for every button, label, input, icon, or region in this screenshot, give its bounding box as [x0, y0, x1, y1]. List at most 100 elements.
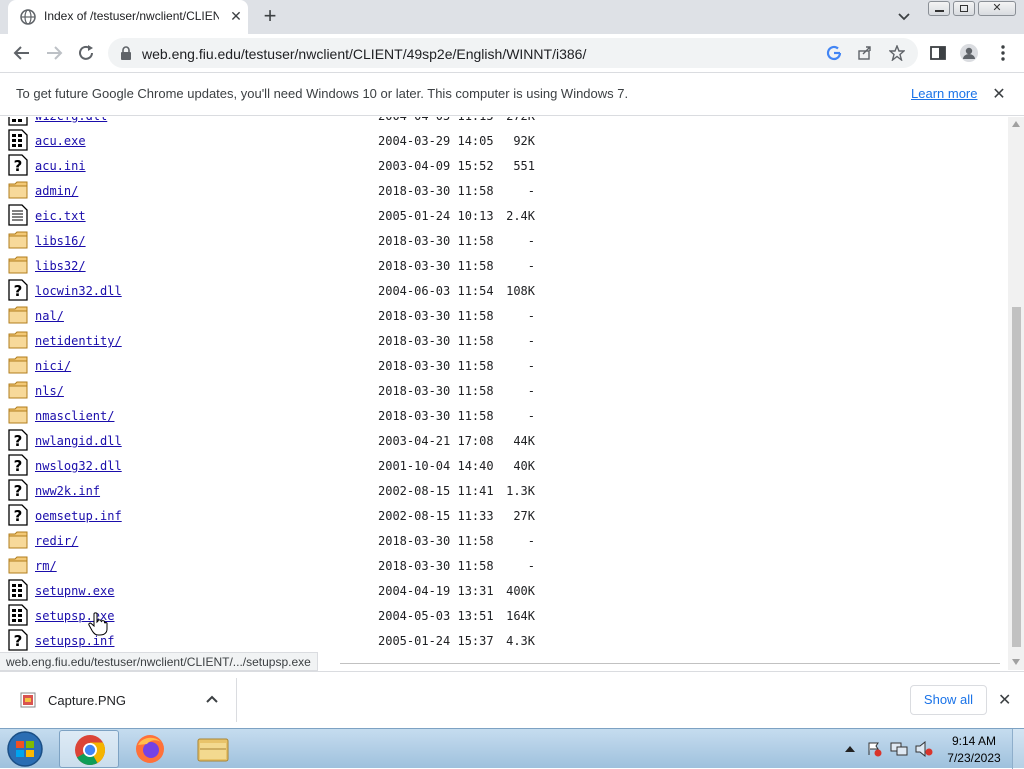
file-link[interactable]: setupsp.inf	[35, 634, 114, 648]
file-link[interactable]: nwlangid.dll	[35, 434, 122, 448]
file-date: 2018-03-30 11:58	[378, 559, 494, 573]
file-size: 92K	[513, 134, 535, 148]
listing-row: admin/2018-03-30 11:58 -	[0, 179, 1000, 204]
clock-date[interactable]: 7/23/2023	[944, 751, 1004, 765]
taskbar-explorer[interactable]	[183, 730, 243, 768]
vertical-scrollbar[interactable]	[1008, 117, 1024, 670]
file-link[interactable]: acu.ini	[35, 159, 86, 173]
file-link[interactable]: netidentity/	[35, 334, 122, 348]
volume-muted-icon[interactable]	[915, 741, 933, 757]
active-tab[interactable]: Index of /testuser/nwclient/CLIENT/49sp2…	[8, 0, 248, 34]
file-date: 2018-03-30 11:58	[378, 259, 494, 273]
unknown-file-icon: ?	[8, 629, 28, 651]
svg-text:?: ?	[14, 482, 23, 500]
listing-row: nal/2018-03-30 11:58 -	[0, 304, 1000, 329]
unknown-file-icon: ?	[8, 429, 28, 451]
file-link[interactable]: eic.txt	[35, 209, 86, 223]
side-panel-icon[interactable]	[928, 43, 948, 63]
folder-icon	[8, 354, 28, 376]
infobar-close-icon[interactable]: ✕	[990, 84, 1008, 104]
shelf-close-icon[interactable]: ✕	[998, 690, 1011, 710]
new-tab-icon[interactable]: +	[258, 4, 282, 28]
chevron-up-icon[interactable]	[206, 694, 218, 704]
file-link[interactable]: libs16/	[35, 234, 86, 248]
file-link[interactable]: admin/	[35, 184, 78, 198]
listing-row: ? setupsp.inf 2005-01-24 15:37 4.3K	[0, 629, 1000, 654]
file-link[interactable]: oemsetup.inf	[35, 509, 122, 523]
file-link[interactable]: nici/	[35, 359, 71, 373]
scroll-up-icon[interactable]	[1012, 121, 1020, 127]
file-size: -	[527, 359, 535, 373]
file-link[interactable]: redir/	[35, 534, 78, 548]
download-item[interactable]: Capture.PNG	[10, 678, 230, 722]
globe-icon	[20, 9, 36, 25]
learn-more-link[interactable]: Learn more	[911, 86, 977, 101]
close-window-icon[interactable]: ✕	[978, 1, 1016, 16]
file-link[interactable]: setupnw.exe	[35, 584, 114, 598]
tab-close-icon[interactable]: ✕	[228, 8, 244, 25]
windows-taskbar: 9:14 AM 7/23/2023	[0, 728, 1024, 769]
tab-title: Index of /testuser/nwclient/CLIENT/49sp2…	[44, 9, 219, 23]
file-date: 2018-03-30 11:58	[378, 334, 494, 348]
browser-toolbar: web.eng.fiu.edu/testuser/nwclient/CLIENT…	[0, 34, 1024, 72]
share-icon[interactable]	[857, 45, 873, 61]
folder-icon	[8, 554, 28, 576]
svg-text:?: ?	[14, 157, 23, 175]
file-link[interactable]: locwin32.dll	[35, 284, 122, 298]
listing-row: libs32/2018-03-30 11:58 -	[0, 254, 1000, 279]
folder-icon	[8, 254, 28, 276]
taskbar-firefox[interactable]	[120, 730, 180, 768]
binary-file-icon	[8, 579, 28, 601]
reload-icon[interactable]	[76, 43, 96, 63]
vertical-scroll-thumb[interactable]	[1012, 307, 1021, 647]
file-date: 2003-04-21 17:08	[378, 434, 494, 448]
clock-time[interactable]: 9:14 AM	[948, 734, 1000, 748]
forward-icon[interactable]	[44, 43, 64, 63]
tab-search-icon[interactable]	[896, 8, 912, 24]
svg-text:?: ?	[14, 632, 23, 650]
file-date: 2018-03-30 11:58	[378, 409, 494, 423]
taskbar-chrome[interactable]	[59, 730, 119, 768]
file-link[interactable]: w12cfg.dll	[35, 117, 107, 123]
google-lens-icon[interactable]	[826, 45, 842, 61]
scroll-down-icon[interactable]	[1012, 659, 1020, 665]
file-date: 2005-01-24 15:37	[378, 634, 494, 648]
svg-text:?: ?	[14, 457, 23, 475]
bookmark-star-icon[interactable]	[889, 45, 905, 61]
file-link[interactable]: rm/	[35, 559, 57, 573]
listing-row: ? locwin32.dll 2004-06-03 11:54 108K	[0, 279, 1000, 304]
download-file-name: Capture.PNG	[48, 693, 127, 708]
show-desktop-button[interactable]	[1012, 729, 1024, 769]
file-size: -	[527, 409, 535, 423]
unknown-file-icon: ?	[8, 504, 28, 526]
lock-icon[interactable]	[120, 46, 132, 60]
minimize-icon[interactable]	[928, 1, 950, 16]
listing-row: ? nww2k.inf 2002-08-15 11:41 1.3K	[0, 479, 1000, 504]
listing-row: setupsp.exe 2004-05-03 13:51 164K	[0, 604, 1000, 629]
url-text[interactable]: web.eng.fiu.edu/testuser/nwclient/CLIENT…	[142, 46, 586, 62]
tray-expand-icon[interactable]	[845, 745, 855, 753]
restore-icon[interactable]	[953, 1, 975, 16]
file-link[interactable]: nwslog32.dll	[35, 459, 122, 473]
update-infobar: To get future Google Chrome updates, you…	[0, 72, 1024, 116]
file-link[interactable]: libs32/	[35, 259, 86, 273]
address-bar[interactable]: web.eng.fiu.edu/testuser/nwclient/CLIENT…	[108, 38, 918, 68]
file-date: 2018-03-30 11:58	[378, 359, 494, 373]
file-size: -	[527, 234, 535, 248]
show-all-button[interactable]: Show all	[910, 685, 987, 715]
file-size: 164K	[506, 609, 535, 623]
action-center-icon[interactable]	[866, 741, 882, 757]
back-icon[interactable]	[12, 43, 32, 63]
file-link[interactable]: nww2k.inf	[35, 484, 100, 498]
file-link[interactable]: acu.exe	[35, 134, 86, 148]
file-size: -	[527, 259, 535, 273]
file-link[interactable]: nls/	[35, 384, 64, 398]
file-link[interactable]: nmasclient/	[35, 409, 114, 423]
profile-icon[interactable]	[959, 43, 979, 63]
file-link[interactable]: nal/	[35, 309, 64, 323]
menu-icon[interactable]	[993, 43, 1013, 63]
start-button-icon[interactable]	[2, 730, 48, 768]
file-date: 2018-03-30 11:58	[378, 309, 494, 323]
network-icon[interactable]	[890, 741, 908, 757]
file-date: 2003-04-09 15:52	[378, 159, 494, 173]
